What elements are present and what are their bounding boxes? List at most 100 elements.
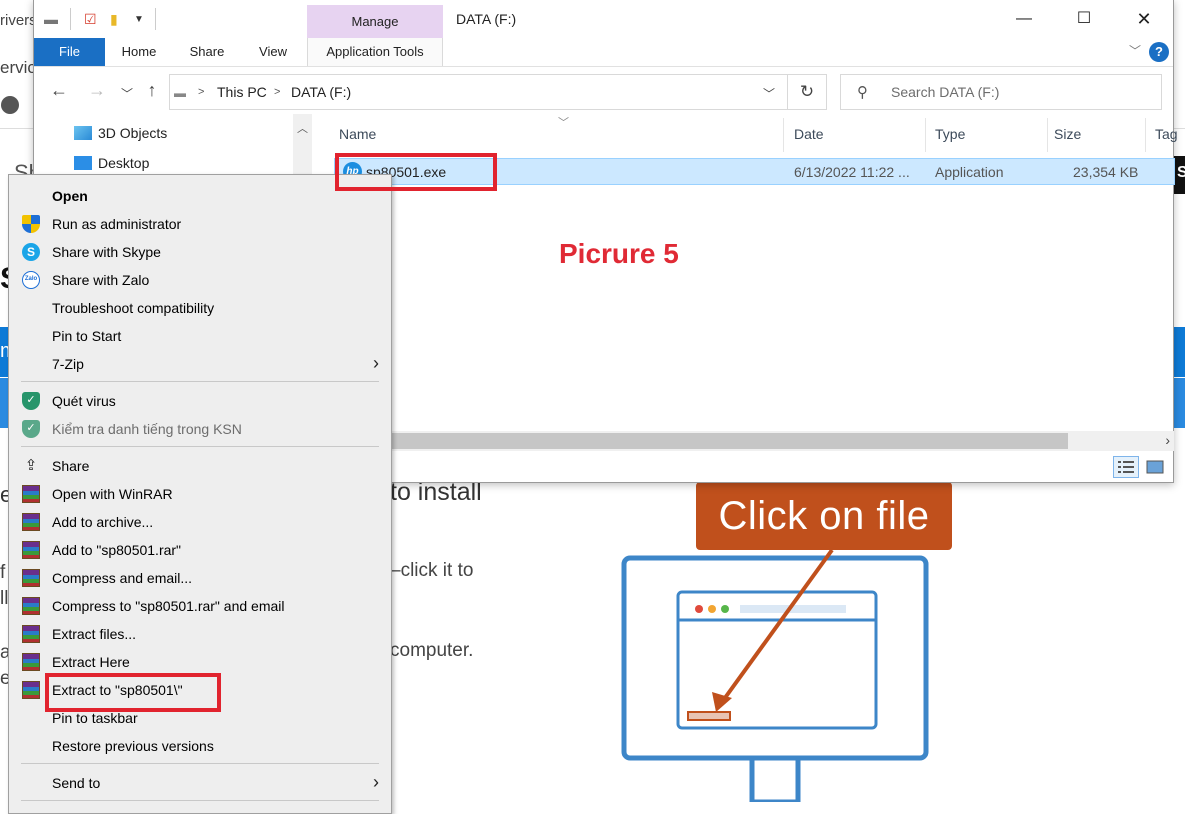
up-arrow-icon[interactable]: ↑ <box>141 80 163 101</box>
highlight-box-file <box>335 153 497 191</box>
breadcrumb-separator[interactable]: > <box>274 86 280 98</box>
back-arrow-icon[interactable]: ← <box>48 80 70 101</box>
submenu-arrow-icon: › <box>373 353 379 373</box>
search-icon: ⚲ <box>857 84 868 101</box>
column-header-size[interactable]: Size <box>1054 126 1081 142</box>
menu-item-compress-and-email[interactable]: Compress and email... <box>9 564 391 592</box>
menu-item-open-with-winrar[interactable]: Open with WinRAR <box>9 480 391 508</box>
menu-item-label: Run as administrator <box>52 216 182 232</box>
search-input[interactable]: ⚲ Search DATA (F:) <box>840 74 1162 110</box>
bg-text-fragment: f <box>0 562 6 583</box>
menu-item-share[interactable]: ⇪ Share <box>9 452 391 480</box>
globe-icon <box>1 96 19 114</box>
customize-toolbar-chevron-icon[interactable]: ▼ <box>134 14 144 25</box>
scroll-right-arrow-icon[interactable]: › <box>1165 432 1170 448</box>
menu-item-restore-previous-versions[interactable]: Restore previous versions <box>9 732 391 760</box>
bg-text-fragment: ervic <box>0 58 36 77</box>
breadcrumb-separator[interactable]: > <box>198 86 204 98</box>
details-view-button[interactable] <box>1113 456 1139 478</box>
winrar-icon <box>22 513 40 531</box>
tab-view[interactable]: View <box>250 38 296 66</box>
nav-item-label: Desktop <box>98 155 150 171</box>
monitor-drawing <box>621 548 929 802</box>
address-row: ← → ﹀ ↑ ▬ > This PC > DATA (F:) ﹀ ↻ ⚲ Se… <box>34 68 1173 114</box>
new-folder-icon[interactable]: ▮ <box>110 11 118 28</box>
column-header-name[interactable]: Name <box>339 126 376 142</box>
tab-home[interactable]: Home <box>114 38 164 66</box>
winrar-icon <box>22 653 40 671</box>
file-date: 6/13/2022 11:22 ... <box>794 164 910 180</box>
scrollbar-thumb[interactable] <box>392 433 1068 449</box>
expand-ribbon-chevron-icon[interactable]: ﹀ <box>1129 42 1141 59</box>
column-header-type[interactable]: Type <box>935 126 965 142</box>
manage-tab[interactable]: Manage <box>307 5 443 38</box>
menu-item-add-to-archive[interactable]: Add to archive... <box>9 508 391 536</box>
winrar-icon <box>22 541 40 559</box>
ribbon-tabs: File Home Share View Application Tools ﹀… <box>34 38 1173 67</box>
tab-share[interactable]: Share <box>182 38 232 66</box>
menu-item-label: 7-Zip <box>52 356 84 372</box>
properties-checkmark-icon[interactable]: ☑ <box>84 11 97 28</box>
details-view-icon <box>1118 461 1134 473</box>
address-bar[interactable]: ▬ > This PC > DATA (F:) ﹀ <box>169 74 788 110</box>
menu-item-share-with-zalo[interactable]: Zalo Share with Zalo <box>9 266 391 294</box>
tab-application-tools[interactable]: Application Tools <box>307 38 443 66</box>
menu-item-label: Compress and email... <box>52 570 193 586</box>
recent-locations-chevron-icon[interactable]: ﹀ <box>116 85 138 102</box>
menu-item-label: Kiểm tra danh tiếng trong KSN <box>52 421 242 437</box>
maximize-button[interactable]: ☐ <box>1061 6 1107 32</box>
menu-separator <box>21 800 379 801</box>
file-size: 23,354 KB <box>1073 164 1139 180</box>
menu-separator <box>21 381 379 382</box>
menu-item-label: Restore previous versions <box>52 738 214 754</box>
help-button[interactable]: ? <box>1149 42 1169 62</box>
bg-text-click: –click it to <box>390 560 474 581</box>
menu-item-extract-files[interactable]: Extract files... <box>9 620 391 648</box>
dot-red <box>695 605 703 613</box>
submenu-arrow-icon: › <box>373 772 379 792</box>
dot-green <box>721 605 729 613</box>
file-type: Application <box>935 164 1004 180</box>
menu-item-send-to[interactable]: Send to › <box>9 769 391 797</box>
column-header-date[interactable]: Date <box>794 126 824 142</box>
menu-item-label: Extract Here <box>52 654 130 670</box>
menu-item-check-ksn-reputation[interactable]: ✓ Kiểm tra danh tiếng trong KSN <box>9 415 391 443</box>
menu-item-troubleshoot-compatibility[interactable]: Troubleshoot compatibility <box>9 294 391 322</box>
menu-item-label: Troubleshoot compatibility <box>52 300 215 316</box>
menu-item-add-to-rar[interactable]: Add to "sp80501.rar" <box>9 536 391 564</box>
winrar-icon <box>22 485 40 503</box>
close-button[interactable]: ✕ <box>1121 6 1167 32</box>
menu-item-scan-virus[interactable]: ✓ Quét virus <box>9 387 391 415</box>
breadcrumb-drive[interactable]: DATA (F:) <box>291 84 351 100</box>
menu-item-label: Share with Skype <box>52 244 161 260</box>
tab-file[interactable]: File <box>34 38 105 66</box>
menu-item-label: Compress to "sp80501.rar" and email <box>52 598 285 614</box>
menu-item-open[interactable]: Open <box>9 182 391 210</box>
nav-item-3d-objects[interactable]: 3D Objects <box>74 125 167 141</box>
column-headers: ﹀ Name Date Type Size Tag <box>325 116 1178 154</box>
scroll-up-arrow-icon[interactable]: ︿ <box>293 120 312 136</box>
menu-item-label: Send to <box>52 775 101 791</box>
menu-item-share-with-skype[interactable]: S Share with Skype <box>9 238 391 266</box>
menu-item-extract-here[interactable]: Extract Here <box>9 648 391 676</box>
menu-item-run-as-administrator[interactable]: Run as administrator <box>9 210 391 238</box>
menu-item-compress-to-rar-and-email[interactable]: Compress to "sp80501.rar" and email <box>9 592 391 620</box>
address-history-chevron-icon[interactable]: ﹀ <box>763 85 775 102</box>
minimize-button[interactable]: — <box>1001 6 1047 32</box>
large-icons-view-button[interactable] <box>1142 456 1168 478</box>
horizontal-scrollbar[interactable]: › <box>392 431 1174 451</box>
menu-item-pin-to-start[interactable]: Pin to Start <box>9 322 391 350</box>
nav-item-label: 3D Objects <box>98 125 168 141</box>
context-menu: Open Run as administrator S Share with S… <box>8 174 392 814</box>
winrar-icon <box>22 569 40 587</box>
column-header-tags[interactable]: Tag <box>1155 126 1178 142</box>
breadcrumb-this-pc[interactable]: This PC <box>217 84 267 100</box>
refresh-button[interactable]: ↻ <box>788 74 827 110</box>
forward-arrow-icon[interactable]: → <box>86 80 108 101</box>
title-bar: ▬ ☑ ▮ ▼ Manage DATA (F:) — ☐ ✕ <box>34 0 1173 38</box>
menu-item-7-zip[interactable]: 7-Zip › <box>9 350 391 378</box>
nav-item-desktop[interactable]: Desktop <box>74 155 149 171</box>
menu-item-label: Open with WinRAR <box>52 486 173 502</box>
bg-dark-tab: S <box>1174 156 1185 194</box>
share-icon: ⇪ <box>24 457 38 474</box>
